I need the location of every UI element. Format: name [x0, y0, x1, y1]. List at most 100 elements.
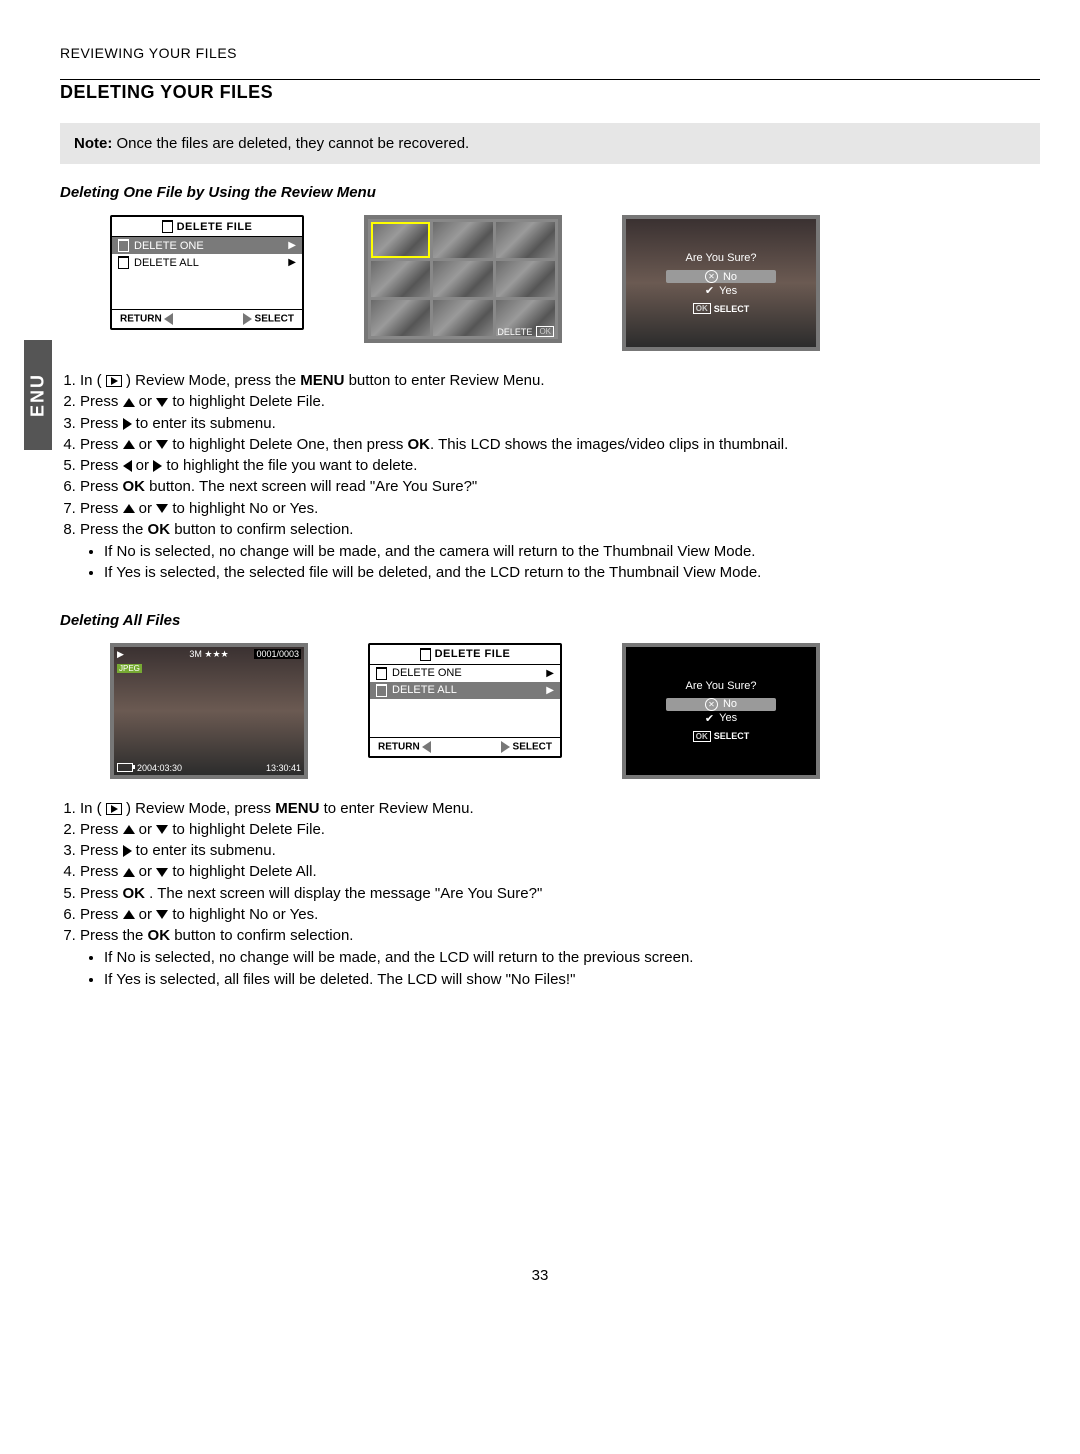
menu-title: DELETE FILE	[112, 217, 302, 237]
note-box: Note: Once the files are deleted, they c…	[60, 123, 1040, 164]
t: OK	[408, 436, 431, 453]
photo-confirm-figure: Are You Sure? ✕No ✔Yes OKSELECT	[622, 215, 820, 351]
note-text: Once the files are deleted, they cannot …	[112, 135, 469, 152]
jpeg-badge: JPEG	[117, 664, 142, 673]
step: Press to enter its submenu.	[80, 841, 1040, 861]
check-icon: ✔	[705, 712, 714, 725]
figure-row-1: DELETE FILE DELETE ONE ▶ DELETE ALL ▶ RE…	[110, 215, 1040, 351]
menu-title: DELETE FILE	[370, 645, 560, 665]
triangle-right-icon: ▶	[288, 240, 296, 251]
confirm-option-yes: ✔ Yes	[666, 712, 776, 725]
t: . This LCD shows the images/video clips …	[430, 436, 788, 453]
confirm-option-yes: ✔Yes	[666, 284, 776, 297]
triangle-right-icon	[123, 418, 132, 430]
bullet: If No is selected, no change will be mad…	[104, 948, 1040, 968]
thumbnail-cell	[433, 222, 492, 258]
t: to highlight Delete One, then press	[168, 436, 407, 453]
page-number: 33	[532, 1267, 549, 1284]
menu-item-delete-one: DELETE ONE ▶	[370, 665, 560, 682]
res-label: 3M	[189, 649, 202, 659]
t: to highlight Delete File.	[168, 821, 325, 838]
step: Press OK . The next screen will display …	[80, 884, 1040, 904]
t: MENU	[275, 800, 319, 817]
t: Press	[80, 500, 123, 517]
label: DELETE ALL	[392, 684, 457, 696]
return-label: RETURN	[120, 314, 162, 325]
label: No	[723, 271, 737, 283]
step: Press the OK button to confirm selection…	[80, 520, 1040, 584]
t: Press	[80, 393, 123, 410]
step: Press or to highlight Delete All.	[80, 862, 1040, 882]
t: Press	[80, 885, 123, 902]
triangle-down-icon	[156, 910, 168, 919]
t: to enter its submenu.	[132, 415, 276, 432]
t: to enter its submenu.	[132, 842, 276, 859]
t: OK	[123, 885, 146, 902]
triangle-up-icon	[123, 825, 135, 834]
triangle-down-icon	[156, 398, 168, 407]
step: In ( ) Review Mode, press the MENU butto…	[80, 371, 1040, 391]
t: OK	[148, 927, 171, 944]
x-icon: ✕	[705, 270, 718, 283]
t: or	[135, 821, 157, 838]
ok-icon: OK	[693, 731, 711, 742]
t: Press	[80, 821, 123, 838]
battery-icon	[117, 763, 133, 772]
confirm-option-no: ✕ No	[666, 270, 776, 283]
label: Yes	[719, 712, 737, 724]
triangle-up-icon	[123, 868, 135, 877]
confirm-dialog: Are You Sure? ✕No ✔Yes OKSELECT	[666, 680, 776, 742]
select-label: SELECT	[513, 741, 552, 752]
t: or	[135, 436, 157, 453]
steps-list-2: In ( ) Review Mode, press MENU to enter …	[60, 799, 1040, 990]
menu-title-text: DELETE FILE	[177, 221, 253, 233]
play-mini-icon: ▶	[117, 649, 124, 660]
return-label: RETURN	[378, 741, 420, 752]
triangle-up-icon	[123, 398, 135, 407]
step: Press or to highlight No or Yes.	[80, 905, 1040, 925]
t: Press	[80, 436, 123, 453]
triangle-left-icon	[123, 460, 132, 472]
t: to highlight Delete File.	[168, 393, 325, 410]
t: Press	[80, 457, 123, 474]
t: to enter Review Menu.	[319, 800, 473, 817]
t: In (	[80, 372, 106, 389]
t: or	[135, 500, 157, 517]
t: button to confirm selection.	[170, 521, 353, 538]
label: DELETE ONE	[134, 240, 204, 252]
t: OK	[148, 521, 171, 538]
triangle-right-icon	[153, 460, 162, 472]
steps-list-1: In ( ) Review Mode, press the MENU butto…	[60, 371, 1040, 584]
side-tab: ENU	[24, 340, 52, 450]
time-label: 13:30:41	[266, 763, 301, 773]
triangle-right-icon	[501, 741, 510, 753]
step: Press or to highlight the file you want …	[80, 456, 1040, 476]
menu-title-text: DELETE FILE	[435, 648, 511, 660]
t: Press the	[80, 927, 148, 944]
select-label: SELECT	[714, 731, 750, 741]
play-icon	[106, 375, 122, 387]
triangle-down-icon	[156, 504, 168, 513]
thumbnail-cell	[371, 300, 430, 336]
t: to highlight Delete All.	[168, 863, 316, 880]
t: Press	[80, 906, 123, 923]
confirm-option-no: ✕No	[666, 698, 776, 711]
triangle-down-icon	[156, 440, 168, 449]
note-label: Note:	[74, 135, 112, 152]
triangle-up-icon	[123, 504, 135, 513]
thumbnail-figure: DELETE OK	[364, 215, 562, 343]
trash-icon	[162, 220, 173, 233]
triangle-up-icon	[123, 910, 135, 919]
t: button to confirm selection.	[170, 927, 353, 944]
t: OK	[123, 478, 146, 495]
t: or	[135, 393, 157, 410]
menu-figure: DELETE FILE DELETE ONE ▶ DELETE ALL ▶ RE…	[368, 643, 562, 758]
ok-icon: OK	[536, 326, 554, 337]
triangle-right-icon: ▶	[546, 685, 554, 696]
play-icon	[106, 803, 122, 815]
thumbnail-cell	[433, 300, 492, 336]
triangle-down-icon	[156, 868, 168, 877]
t: Press the	[80, 521, 148, 538]
step: Press or to highlight Delete File.	[80, 820, 1040, 840]
bullet: If Yes is selected, all files will be de…	[104, 970, 1040, 990]
